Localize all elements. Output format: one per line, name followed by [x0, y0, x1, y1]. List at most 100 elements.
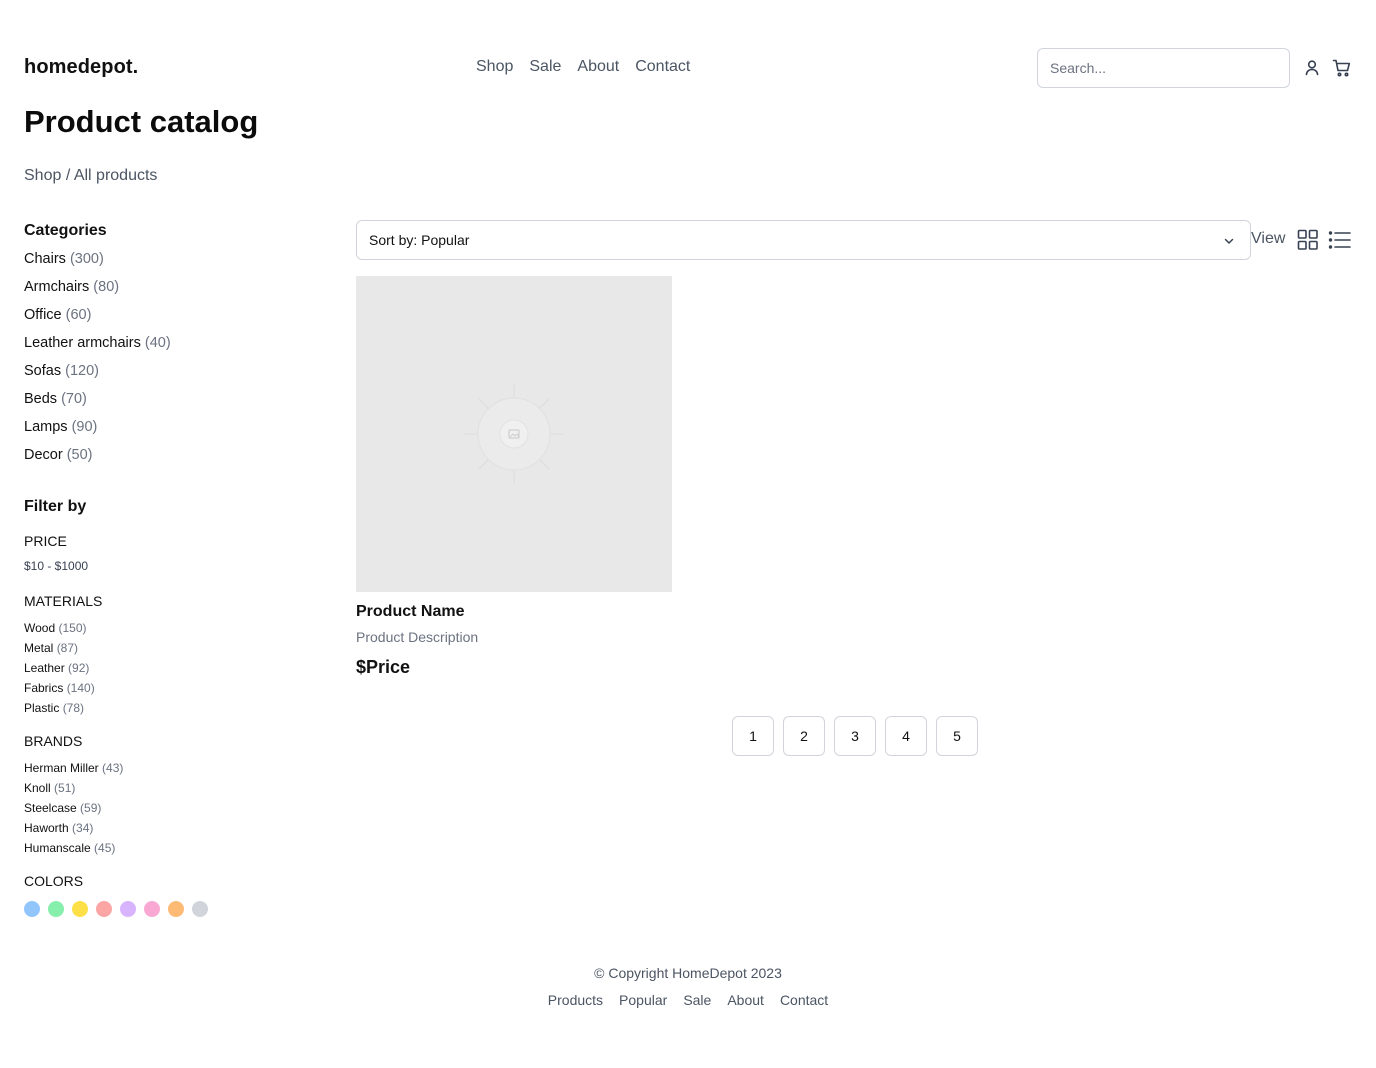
material-count: (78)	[62, 701, 85, 715]
material-count: (140)	[66, 681, 95, 695]
logo[interactable]: homedepot.	[24, 56, 138, 79]
category-count: (120)	[65, 363, 99, 379]
brand-steelcase[interactable]: Steelcase (59)	[24, 801, 123, 821]
colors-filter: COLORS	[24, 873, 208, 917]
category-count: (70)	[61, 391, 87, 407]
category-leather-armchairs[interactable]: Leather armchairs (40)	[24, 333, 324, 361]
category-office[interactable]: Office (60)	[24, 305, 324, 333]
page-button-5[interactable]: 5	[936, 716, 978, 756]
category-label: Decor	[24, 447, 63, 463]
price-range[interactable]: $10 - $1000	[24, 559, 88, 573]
material-leather[interactable]: Leather (92)	[24, 661, 102, 681]
product-description: Product Description	[356, 629, 479, 645]
filter-heading: Filter by	[24, 498, 87, 515]
page-button-3[interactable]: 3	[834, 716, 876, 756]
product-name[interactable]: Product Name	[356, 603, 672, 621]
category-decor[interactable]: Decor (50)	[24, 445, 324, 473]
material-count: (92)	[68, 661, 90, 675]
main-nav: Shop Sale About Contact	[476, 58, 690, 76]
list-view-icon[interactable]	[1328, 229, 1352, 251]
color-swatch[interactable]	[144, 901, 160, 917]
material-label: Plastic	[24, 701, 60, 715]
nav-about[interactable]: About	[577, 58, 619, 76]
category-beds[interactable]: Beds (70)	[24, 389, 324, 417]
category-label: Sofas	[24, 363, 62, 379]
page-title: Product catalog	[24, 104, 259, 139]
category-list: Chairs (300) Armchairs (80) Office (60) …	[24, 249, 324, 473]
color-swatch[interactable]	[96, 901, 112, 917]
footer-link-about[interactable]: About	[727, 992, 764, 1008]
brand-count: (59)	[80, 801, 102, 815]
colors-heading: COLORS	[24, 873, 84, 889]
category-label: Leather armchairs	[24, 335, 141, 351]
brand-humanscale[interactable]: Humanscale (45)	[24, 841, 123, 861]
brand-count: (43)	[102, 761, 124, 775]
category-lamps[interactable]: Lamps (90)	[24, 417, 324, 445]
brand-herman-miller[interactable]: Herman Miller (43)	[24, 761, 123, 781]
brand-count: (45)	[94, 841, 116, 855]
user-icon[interactable]	[1302, 58, 1322, 78]
brand-label: Herman Miller	[24, 761, 99, 775]
nav-contact[interactable]: Contact	[635, 58, 690, 76]
material-fabrics[interactable]: Fabrics (140)	[24, 681, 102, 701]
material-label: Fabrics	[24, 681, 64, 695]
material-wood[interactable]: Wood (150)	[24, 621, 102, 641]
footer-link-products[interactable]: Products	[548, 992, 603, 1008]
sort-label: Sort by: Popular	[369, 232, 470, 248]
grid-view-icon[interactable]	[1297, 229, 1319, 251]
image-placeholder-icon	[464, 384, 564, 484]
pagination: 1 2 3 4 5	[732, 716, 978, 756]
price-filter: PRICE $10 - $1000	[24, 533, 88, 573]
brand-label: Steelcase	[24, 801, 77, 815]
sidebar: Categories Chairs (300) Armchairs (80) O…	[24, 222, 324, 917]
brands-filter: BRANDS Herman Miller (43) Knoll (51) Ste…	[24, 733, 123, 861]
view-label: View	[1251, 230, 1286, 247]
page-button-1[interactable]: 1	[732, 716, 774, 756]
brand-knoll[interactable]: Knoll (51)	[24, 781, 123, 801]
color-swatch[interactable]	[192, 901, 208, 917]
footer-links: Products Popular Sale About Contact	[0, 992, 1376, 1008]
sort-select[interactable]: Sort by: Popular	[356, 220, 1251, 260]
material-label: Wood	[24, 621, 56, 635]
price-heading: PRICE	[24, 533, 67, 549]
nav-shop[interactable]: Shop	[476, 58, 513, 76]
color-swatches	[24, 901, 208, 917]
color-swatch[interactable]	[120, 901, 136, 917]
cart-icon[interactable]	[1332, 58, 1352, 78]
material-count: (150)	[58, 621, 87, 635]
material-label: Leather	[24, 661, 65, 675]
category-sofas[interactable]: Sofas (120)	[24, 361, 324, 389]
color-swatch[interactable]	[72, 901, 88, 917]
category-count: (80)	[93, 279, 120, 295]
footer-link-popular[interactable]: Popular	[619, 992, 667, 1008]
page-button-4[interactable]: 4	[885, 716, 927, 756]
material-label: Metal	[24, 641, 54, 655]
footer-link-sale[interactable]: Sale	[683, 992, 711, 1008]
footer-link-contact[interactable]: Contact	[780, 992, 828, 1008]
category-label: Chairs	[24, 251, 66, 267]
brand-haworth[interactable]: Haworth (34)	[24, 821, 123, 841]
product-card[interactable]: Product Name Product Description $Price	[356, 276, 672, 678]
color-swatch[interactable]	[48, 901, 64, 917]
color-swatch[interactable]	[168, 901, 184, 917]
category-count: (90)	[71, 419, 98, 435]
brand-label: Haworth	[24, 821, 69, 835]
brand-label: Humanscale	[24, 841, 91, 855]
color-swatch[interactable]	[24, 901, 40, 917]
product-price: $Price	[356, 657, 411, 677]
materials-heading: MATERIALS	[24, 593, 103, 609]
product-image[interactable]	[356, 276, 672, 592]
nav-sale[interactable]: Sale	[529, 58, 561, 76]
material-metal[interactable]: Metal (87)	[24, 641, 102, 661]
material-plastic[interactable]: Plastic (78)	[24, 701, 102, 721]
categories-heading: Categories	[24, 222, 107, 239]
category-armchairs[interactable]: Armchairs (80)	[24, 277, 324, 305]
page-button-2[interactable]: 2	[783, 716, 825, 756]
category-label: Office	[24, 307, 62, 323]
brand-count: (34)	[72, 821, 94, 835]
materials-filter: MATERIALS Wood (150) Metal (87) Leather …	[24, 593, 102, 721]
breadcrumb[interactable]: Shop / All products	[24, 167, 157, 185]
category-chairs[interactable]: Chairs (300)	[24, 249, 324, 277]
search-input[interactable]	[1037, 48, 1290, 88]
category-label: Beds	[24, 391, 58, 407]
